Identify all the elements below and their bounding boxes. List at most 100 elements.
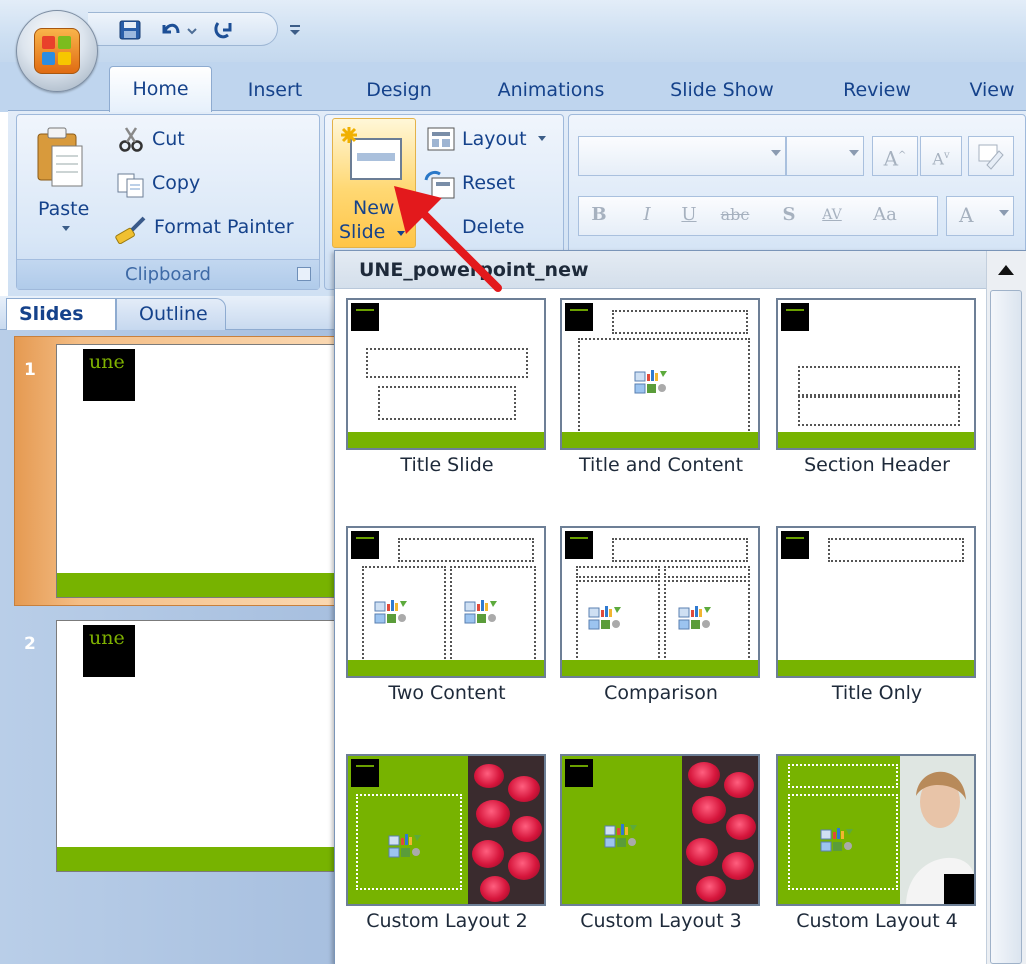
cut-button[interactable]: Cut — [152, 128, 185, 150]
scroll-up-icon[interactable] — [988, 253, 1024, 287]
customize-qat-icon[interactable] — [288, 22, 302, 38]
une-logo — [781, 303, 809, 331]
reset-icon[interactable] — [424, 170, 456, 200]
layout-thumbnail — [776, 754, 976, 906]
slide-thumbnail-2[interactable]: une — [56, 620, 346, 872]
layout-thumbnail — [346, 298, 546, 450]
une-logo — [565, 303, 593, 331]
tab-outline[interactable]: Outline — [116, 298, 226, 330]
green-footer-bar — [348, 660, 544, 676]
content-icons — [634, 370, 667, 394]
layout-label: Two Content — [388, 682, 506, 704]
title-placeholder — [398, 538, 534, 562]
green-footer-bar — [778, 660, 974, 676]
copy-button[interactable]: Copy — [152, 172, 200, 194]
dialog-launcher-icon[interactable] — [297, 267, 311, 281]
une-logo — [565, 759, 593, 787]
title-placeholder — [798, 366, 960, 396]
underline-button[interactable]: U — [672, 196, 706, 236]
paste-dropdown-icon[interactable] — [60, 224, 72, 234]
slide-thumbnail-1[interactable]: une — [56, 344, 346, 598]
italic-button[interactable]: I — [630, 196, 664, 236]
new-slide-button[interactable]: New Slide — [332, 118, 416, 248]
format-painter-icon[interactable] — [114, 214, 148, 244]
layout-dropdown-icon[interactable] — [536, 134, 548, 144]
font-color-button[interactable]: A — [946, 196, 1014, 236]
title-placeholder — [788, 764, 898, 788]
layout-label: Comparison — [604, 682, 718, 704]
une-logo — [565, 531, 593, 559]
chevron-down-icon[interactable] — [186, 19, 198, 41]
change-case-button[interactable]: Aa — [860, 196, 910, 236]
tab-home[interactable]: Home — [109, 66, 212, 112]
une-logo — [781, 531, 809, 559]
new-slide-label-line2: Slide — [339, 221, 386, 243]
blood-cells-image — [682, 756, 758, 904]
content-icons — [678, 606, 711, 630]
green-footer-bar — [57, 573, 345, 597]
strikethrough-button[interactable]: abc — [712, 196, 758, 236]
clipboard-group-label: Clipboard — [17, 259, 319, 289]
office-button[interactable] — [16, 10, 98, 92]
font-color-label: A — [959, 203, 974, 227]
clear-formatting-icon — [978, 144, 1004, 170]
student-photo-image — [900, 756, 974, 904]
layout-label: Title Slide — [400, 454, 494, 476]
copy-icon[interactable] — [116, 172, 146, 198]
tab-review[interactable]: Review — [830, 70, 924, 110]
font-size-combo[interactable] — [786, 136, 864, 176]
content-icons — [588, 606, 621, 630]
new-slide-dropdown-icon — [397, 231, 405, 236]
shadow-button[interactable]: S — [772, 196, 806, 236]
layout-thumbnail — [776, 526, 976, 678]
tab-slides[interactable]: Slides — [6, 298, 116, 330]
tab-slide-show[interactable]: Slide Show — [658, 70, 786, 110]
delete-button[interactable]: Delete — [462, 216, 524, 238]
new-slide-label-line1: New — [353, 197, 395, 219]
undo-icon[interactable] — [158, 19, 182, 41]
save-icon[interactable] — [118, 19, 142, 41]
title-placeholder — [828, 538, 964, 562]
paste-icon[interactable] — [36, 124, 84, 190]
layout-thumbnail — [560, 526, 760, 678]
new-slide-icon — [341, 127, 402, 180]
subtitle-placeholder — [378, 386, 516, 420]
une-logo: une — [83, 349, 135, 401]
bold-button[interactable]: B — [582, 196, 616, 236]
content-icons — [604, 824, 637, 848]
paste-button[interactable]: Paste — [38, 198, 89, 220]
font-name-combo[interactable] — [578, 136, 786, 176]
quick-access-toolbar — [88, 12, 278, 46]
layout-thumbnail — [346, 754, 546, 906]
layout-thumbnail — [346, 526, 546, 678]
redo-icon[interactable] — [212, 19, 236, 41]
layout-button[interactable]: Layout — [462, 128, 527, 150]
text-placeholder — [798, 396, 960, 426]
scrollbar-thumb[interactable] — [990, 290, 1022, 964]
slide-number: 2 — [24, 634, 36, 654]
tab-view[interactable]: View — [958, 70, 1026, 110]
tab-design[interactable]: Design — [356, 70, 442, 110]
tab-animations[interactable]: Animations — [488, 70, 614, 110]
tab-insert[interactable]: Insert — [232, 70, 318, 110]
une-logo: une — [83, 625, 135, 677]
layout-label: Section Header — [804, 454, 950, 476]
shrink-font-button[interactable]: Av — [920, 136, 962, 176]
content-icons — [374, 600, 407, 624]
une-logo — [351, 531, 379, 559]
title-placeholder — [612, 538, 748, 562]
format-painter-button[interactable]: Format Painter — [154, 216, 294, 238]
character-spacing-button[interactable]: AV — [812, 196, 852, 236]
layout-label: Custom Layout 3 — [580, 910, 742, 932]
clear-formatting-button[interactable] — [968, 136, 1014, 176]
reset-button[interactable]: Reset — [462, 172, 515, 194]
layout-icon[interactable] — [426, 126, 456, 152]
blood-cells-image — [468, 756, 544, 904]
gallery-title: UNE_powerpoint_new — [335, 251, 987, 289]
content-icons — [464, 600, 497, 624]
office-logo-icon — [34, 28, 80, 74]
cut-icon[interactable] — [118, 126, 144, 152]
content-icons — [388, 834, 421, 858]
grow-font-button[interactable]: A^ — [872, 136, 918, 176]
green-footer-bar — [348, 432, 544, 448]
